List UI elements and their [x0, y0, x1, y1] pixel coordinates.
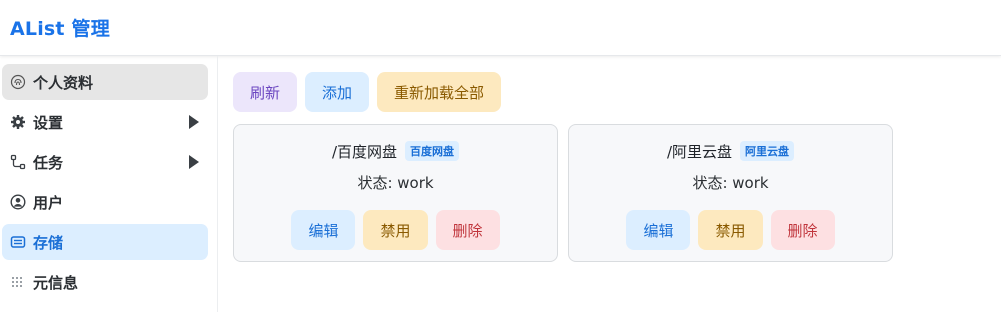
sidebar-item-settings[interactable]: 设置 [2, 104, 208, 140]
caret-right-icon [189, 155, 199, 169]
sidebar-item-label: 任务 [33, 153, 64, 172]
disable-button[interactable]: 禁用 [363, 210, 428, 250]
storage-status: 状态: work [357, 174, 434, 192]
edit-button[interactable]: 编辑 [291, 210, 356, 250]
edit-button[interactable]: 编辑 [626, 210, 691, 250]
storage-card: /阿里云盘 阿里云盘 状态: work 编辑 禁用 删除 [568, 124, 893, 262]
storage-card: /百度网盘 百度网盘 状态: work 编辑 禁用 删除 [233, 124, 558, 262]
sidebar-item-label: 个人资料 [33, 73, 94, 92]
storage-status: 状态: work [692, 174, 769, 192]
driver-badge: 阿里云盘 [740, 141, 795, 161]
disable-button[interactable]: 禁用 [698, 210, 763, 250]
top-header: AList 管理 [0, 0, 1001, 56]
user-circle-icon [10, 194, 26, 210]
storage-icon [10, 234, 26, 250]
sidebar-item-label: 用户 [33, 193, 64, 212]
app-title[interactable]: AList 管理 [10, 14, 110, 41]
sidebar-item-tasks[interactable]: 任务 [2, 144, 208, 180]
refresh-button[interactable]: 刷新 [233, 72, 298, 112]
fingerprint-icon [10, 74, 26, 90]
storage-card-title: /阿里云盘 阿里云盘 [666, 140, 795, 162]
storage-card-title: /百度网盘 百度网盘 [331, 140, 460, 162]
reload-all-button[interactable]: 重新加载全部 [377, 72, 502, 112]
delete-button[interactable]: 删除 [435, 210, 500, 250]
grid-icon [10, 274, 26, 290]
sidebar: 个人资料 设置 任务 用户 存储 元信息 [0, 56, 218, 312]
sidebar-item-meta[interactable]: 元信息 [2, 264, 208, 300]
gear-icon [10, 114, 26, 130]
sidebar-item-label: 设置 [33, 113, 64, 132]
caret-right-icon [189, 115, 199, 129]
sidebar-item-profile[interactable]: 个人资料 [2, 64, 208, 100]
sidebar-item-label: 元信息 [33, 273, 79, 292]
storage-path: /百度网盘 [331, 142, 398, 161]
main-content: 刷新 添加 重新加载全部 /百度网盘 百度网盘 状态: work 编辑 禁用 删… [218, 56, 1001, 312]
add-button[interactable]: 添加 [305, 72, 370, 112]
flow-icon [10, 154, 26, 170]
storage-list: /百度网盘 百度网盘 状态: work 编辑 禁用 删除 /阿里云盘 阿里云盘 … [233, 124, 1001, 262]
driver-badge: 百度网盘 [405, 141, 460, 161]
delete-button[interactable]: 删除 [770, 210, 835, 250]
toolbar: 刷新 添加 重新加载全部 [233, 72, 1001, 112]
sidebar-item-storage[interactable]: 存储 [2, 224, 208, 260]
layout: 个人资料 设置 任务 用户 存储 元信息 刷新 添加 重新加载全部 /百度网盘 … [0, 56, 1001, 312]
sidebar-item-label: 存储 [33, 233, 64, 252]
storage-actions: 编辑 禁用 删除 [626, 210, 835, 250]
storage-actions: 编辑 禁用 删除 [291, 210, 500, 250]
sidebar-item-users[interactable]: 用户 [2, 184, 208, 220]
storage-path: /阿里云盘 [666, 142, 733, 161]
